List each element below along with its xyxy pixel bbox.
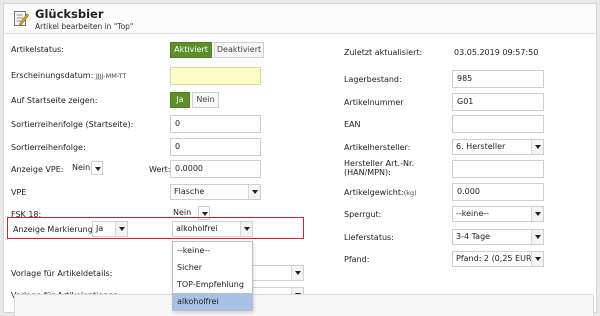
chevron-down-icon: [531, 252, 543, 266]
startseite-yes-button[interactable]: Ja: [170, 92, 190, 108]
erscheinungsdatum-input[interactable]: [170, 67, 261, 85]
ean-label: EAN: [344, 120, 361, 129]
chevron-down-icon: [291, 266, 303, 280]
sort-start-input[interactable]: 0: [170, 115, 261, 133]
vpe-select[interactable]: Flasche: [170, 184, 261, 200]
chevron-down-icon: [91, 161, 103, 175]
sperrgut-select[interactable]: --keine--: [452, 206, 544, 222]
sort-start-label: Sortierreihenfolge (Startseite):: [11, 120, 134, 129]
sperrgut-label: Sperrgut:: [344, 210, 382, 219]
chevron-down-icon: [248, 185, 260, 199]
lager-label: Lagerbestand:: [344, 75, 402, 84]
ean-input[interactable]: [452, 115, 544, 133]
pfand-value: Pfand: 2 (0,25 EUR): [456, 254, 535, 263]
markierung-dropdown-list: --keine-- Sicher TOP-Empfehlung alkoholf…: [172, 241, 253, 311]
vpe-show-value: Nein: [72, 163, 91, 172]
vpe-value: Flasche: [174, 187, 205, 196]
fsk-value: Nein: [173, 208, 192, 217]
pfand-select[interactable]: Pfand: 2 (0,25 EUR): [452, 251, 544, 267]
dropdown-option[interactable]: --keine--: [173, 242, 252, 259]
markierung-label: Anzeige Markierung:: [13, 225, 96, 234]
artnr-input[interactable]: G01: [452, 93, 544, 111]
lower-section-frame: [14, 294, 594, 316]
pfand-label: Pfand:: [344, 255, 370, 264]
artnr-label: Artikelnummer: [344, 98, 404, 107]
vpe-show-label: Anzeige VPE:: [11, 165, 64, 174]
wert-input[interactable]: 0.0000: [170, 160, 261, 178]
sperrgut-value: --keine--: [456, 209, 490, 218]
lieferstatus-label: Lieferstatus:: [344, 233, 394, 242]
sort-input[interactable]: 0: [170, 138, 261, 156]
erscheinungsdatum-label: Erscheinungsdatum: JJJJ-MM-TT: [11, 71, 127, 80]
edit-article-icon: [14, 11, 29, 26]
hersteller-label: Artikelhersteller:: [344, 143, 411, 152]
dropdown-option-selected[interactable]: alkoholfrei: [173, 293, 252, 310]
vorlage-details-label: Vorlage für Artikeldetails:: [11, 269, 113, 278]
startseite-label: Auf Startseite zeigen:: [11, 96, 98, 105]
lager-input[interactable]: 985: [452, 70, 544, 88]
startseite-no-button[interactable]: Nein: [192, 92, 219, 108]
date-format-hint: JJJJ-MM-TT: [95, 72, 127, 80]
markierung-value: Ja: [96, 224, 104, 233]
markierung-type-value: alkoholfrei: [176, 224, 218, 233]
page-header: Glücksbier Artikel bearbeiten in "Top": [4, 4, 596, 34]
lieferstatus-select[interactable]: 3-4 Tage: [452, 229, 544, 245]
gewicht-input[interactable]: 0.000: [452, 183, 544, 201]
hersteller-nr-input[interactable]: [452, 160, 544, 178]
hersteller-value: 6. Hersteller: [456, 142, 506, 151]
chevron-down-icon: [115, 222, 127, 236]
hersteller-nr-label: Hersteller Art.-Nr. (HAN/MPN):: [344, 159, 415, 177]
updated-label: Zuletzt aktualisiert:: [344, 48, 423, 57]
markierung-type-select[interactable]: alkoholfrei: [172, 221, 253, 237]
page-title: Glücksbier: [35, 7, 104, 21]
status-inactive-button[interactable]: Deaktiviert: [214, 42, 264, 58]
dropdown-option[interactable]: TOP-Empfehlung: [173, 276, 252, 293]
markierung-toggle-select[interactable]: Ja: [92, 221, 128, 237]
page-subtitle: Artikel bearbeiten in "Top": [35, 22, 134, 31]
chevron-down-icon: [531, 140, 543, 154]
status-active-button[interactable]: Aktiviert: [170, 42, 212, 58]
chevron-down-icon: [531, 230, 543, 244]
lieferstatus-value: 3-4 Tage: [456, 232, 491, 241]
updated-value: 03.05.2019 09:57:50: [454, 48, 539, 57]
vpe-show-select[interactable]: Nein: [69, 161, 103, 177]
vpe-label: VPE: [11, 188, 27, 197]
article-edit-panel: Glücksbier Artikel bearbeiten in "Top" A…: [3, 3, 597, 316]
wert-label: Wert:: [149, 165, 171, 174]
dropdown-option[interactable]: Sicher: [173, 259, 252, 276]
gewicht-label: Artikelgewicht:(kg): [344, 188, 417, 197]
chevron-down-icon: [531, 207, 543, 221]
chevron-down-icon: [240, 222, 252, 236]
hersteller-select[interactable]: 6. Hersteller: [452, 139, 544, 155]
artikelstatus-label: Artikelstatus:: [11, 45, 64, 54]
sort-label: Sortierreihenfolge:: [11, 143, 86, 152]
